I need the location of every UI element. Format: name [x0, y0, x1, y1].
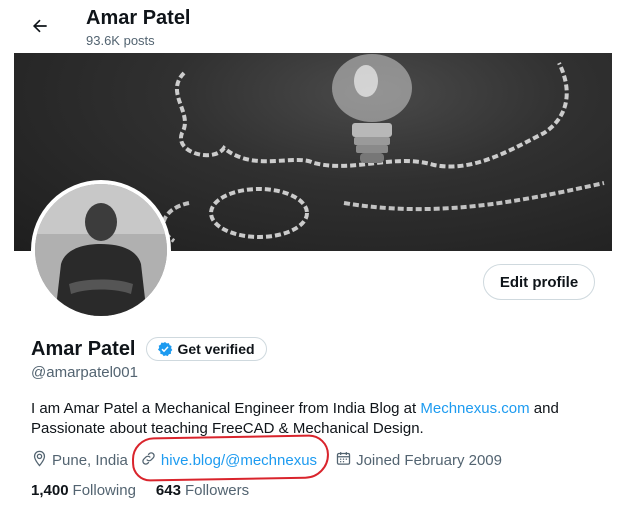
get-verified-label: Get verified — [177, 341, 255, 357]
back-button[interactable] — [24, 12, 56, 44]
joined-text: Joined February 2009 — [356, 452, 502, 469]
followers-link[interactable]: 643 Followers — [156, 482, 249, 499]
arrow-left-icon — [30, 16, 50, 41]
edit-profile-button[interactable]: Edit profile — [483, 264, 595, 300]
following-count: 1,400 — [31, 482, 69, 499]
post-count: 93.6K posts — [86, 33, 155, 48]
avatar[interactable] — [31, 180, 171, 320]
name-row: Amar Patel Get verified — [31, 337, 267, 361]
joined-date: Joined February 2009 — [335, 450, 502, 471]
profile-meta: Pune, India hive.blog/@mechnexus Joined … — [31, 434, 514, 482]
header-title: Amar Patel — [86, 7, 191, 29]
website-link[interactable]: hive.blog/@mechnexus — [161, 452, 317, 469]
followers-count: 643 — [155, 482, 181, 499]
calendar-icon — [335, 450, 356, 471]
follow-stats: 1,400 Following 643 Followers — [31, 482, 269, 499]
link-icon — [140, 450, 161, 471]
website[interactable]: hive.blog/@mechnexus — [131, 434, 330, 482]
user-handle: @amarpatel001 — [31, 364, 138, 381]
bio-text-start: I am Amar Patel a Mechanical Engineer fr… — [31, 400, 421, 417]
location: Pune, India — [31, 450, 128, 471]
header-title-block: Amar Patel 93.6K posts — [86, 5, 191, 49]
verified-badge-icon — [157, 341, 173, 357]
display-name: Amar Patel — [31, 337, 136, 360]
location-pin-icon — [31, 450, 52, 471]
bio: I am Amar Patel a Mechanical Engineer fr… — [31, 399, 591, 439]
following-label: Following — [72, 482, 136, 499]
avatar-photo — [35, 184, 167, 316]
profile-header: Amar Patel 93.6K posts — [0, 0, 626, 53]
location-text: Pune, India — [52, 452, 128, 469]
following-link[interactable]: 1,400 Following — [31, 482, 136, 499]
get-verified-button[interactable]: Get verified — [145, 337, 267, 361]
followers-label: Followers — [184, 482, 250, 499]
bio-link[interactable]: Mechnexus.com — [420, 400, 529, 417]
